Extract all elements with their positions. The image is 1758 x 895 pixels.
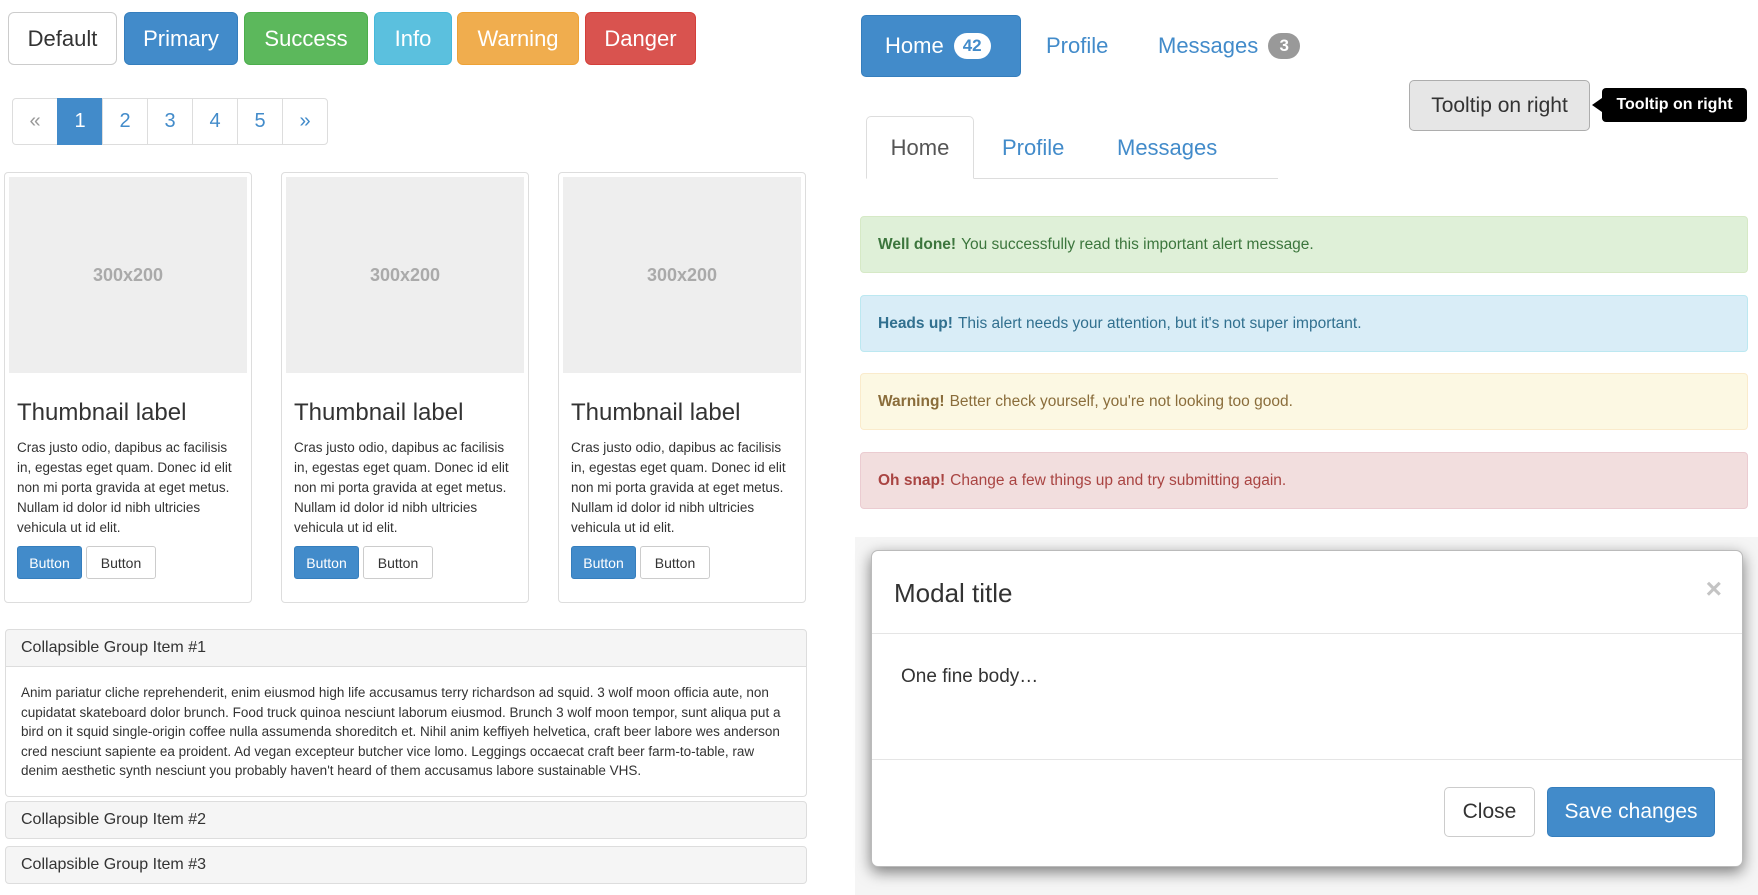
modal-body: One fine body… — [901, 666, 1039, 687]
pill-messages-badge: 3 — [1268, 33, 1301, 59]
pill-home-label: Home — [885, 33, 944, 58]
alert-warning: Warning! Better check yourself, you're n… — [860, 373, 1748, 430]
alert-danger-strong: Oh snap! — [878, 471, 946, 489]
modal-dialog: Modal title × One fine body… Close Save … — [871, 550, 1743, 867]
tooltip-arrow — [1592, 98, 1602, 112]
alert-danger-text: Change a few things up and try submittin… — [950, 471, 1287, 489]
thumbnail-image: 300x200 — [286, 177, 524, 373]
alert-success-strong: Well done! — [878, 235, 957, 253]
modal-header-divider — [872, 633, 1742, 634]
accordion-item-3-header[interactable]: Collapsible Group Item #3 — [5, 846, 807, 884]
pagination-page-4[interactable]: 4 — [192, 98, 238, 145]
close-icon[interactable]: × — [1706, 573, 1722, 605]
tooltip: Tooltip on right — [1602, 88, 1747, 122]
alert-danger: Oh snap! Change a few things up and try … — [860, 452, 1748, 509]
thumbnail-primary-button[interactable]: Button — [294, 546, 359, 579]
thumbnail-label: Thumbnail label — [571, 399, 741, 426]
thumbnail-text: Cras justo odio, dapibus ac facilisis in… — [571, 440, 786, 535]
thumbnail-card: 300x200 Thumbnail label Cras justo odio,… — [558, 172, 806, 603]
pill-messages[interactable]: Messages 3 — [1158, 15, 1308, 77]
alert-info-strong: Heads up! — [878, 314, 953, 332]
thumbnail-card: 300x200 Thumbnail label Cras justo odio,… — [4, 172, 252, 603]
tab-messages[interactable]: Messages — [1117, 116, 1217, 179]
pill-profile-label: Profile — [1046, 33, 1109, 58]
pagination-next[interactable]: » — [282, 98, 328, 145]
pagination-page-5[interactable]: 5 — [237, 98, 283, 145]
thumbnail-label: Thumbnail label — [17, 399, 187, 426]
tab-home[interactable]: Home — [866, 116, 974, 179]
primary-button[interactable]: Primary — [124, 12, 238, 65]
modal-title: Modal title — [894, 578, 1013, 608]
default-button[interactable]: Default — [8, 12, 117, 65]
thumbnail-primary-button[interactable]: Button — [571, 546, 636, 579]
warning-button[interactable]: Warning — [457, 12, 579, 65]
alert-info-text: This alert needs your attention, but it'… — [957, 314, 1362, 332]
pill-home[interactable]: Home 42 — [861, 15, 1021, 77]
thumbnail-primary-button[interactable]: Button — [17, 546, 82, 579]
pill-home-badge: 42 — [953, 33, 991, 59]
pagination-page-2[interactable]: 2 — [102, 98, 148, 145]
success-button[interactable]: Success — [244, 12, 368, 65]
thumbnail-default-button[interactable]: Button — [640, 546, 710, 579]
accordion-item-1-body: Anim pariatur cliche reprehenderit, enim… — [5, 667, 807, 797]
thumbnail-default-button[interactable]: Button — [363, 546, 433, 579]
alert-success-text: You successfully read this important ale… — [961, 235, 1314, 253]
tooltip-button[interactable]: Tooltip on right — [1409, 80, 1590, 131]
alert-warning-text: Better check yourself, you're not lookin… — [949, 392, 1293, 410]
accordion-item-1-header[interactable]: Collapsible Group Item #1 — [5, 629, 807, 667]
thumbnail-text: Cras justo odio, dapibus ac facilisis in… — [294, 440, 509, 535]
info-button[interactable]: Info — [374, 12, 452, 65]
danger-button[interactable]: Danger — [585, 12, 696, 65]
modal-save-button[interactable]: Save changes — [1547, 787, 1715, 837]
thumbnail-image: 300x200 — [9, 177, 247, 373]
accordion-item-2-header[interactable]: Collapsible Group Item #2 — [5, 801, 807, 839]
pill-messages-label: Messages — [1158, 33, 1259, 58]
pagination-prev[interactable]: « — [12, 98, 58, 145]
thumbnail-image: 300x200 — [563, 177, 801, 373]
modal-close-button[interactable]: Close — [1444, 787, 1535, 837]
alert-warning-strong: Warning! — [878, 392, 945, 410]
modal-footer-divider — [872, 759, 1742, 760]
alert-success: Well done! You successfully read this im… — [860, 216, 1748, 273]
alert-info: Heads up! This alert needs your attentio… — [860, 295, 1748, 352]
thumbnail-card: 300x200 Thumbnail label Cras justo odio,… — [281, 172, 529, 603]
pill-profile[interactable]: Profile — [1046, 15, 1134, 77]
thumbnail-label: Thumbnail label — [294, 399, 464, 426]
thumbnail-default-button[interactable]: Button — [86, 546, 156, 579]
thumbnail-text: Cras justo odio, dapibus ac facilisis in… — [17, 440, 232, 535]
pagination-page-1[interactable]: 1 — [57, 98, 103, 145]
tab-profile[interactable]: Profile — [1002, 116, 1064, 179]
pagination: « 1 2 3 4 5 » — [12, 98, 328, 145]
pagination-page-3[interactable]: 3 — [147, 98, 193, 145]
